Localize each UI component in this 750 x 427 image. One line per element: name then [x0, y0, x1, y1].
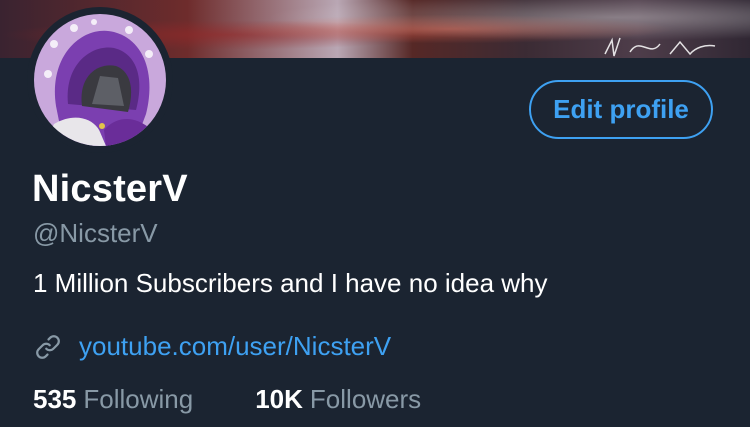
followers-stat[interactable]: 10K Followers: [255, 384, 421, 415]
website-link[interactable]: youtube.com/user/NicsterV: [79, 331, 391, 362]
followers-count: 10K: [255, 384, 303, 414]
display-name: NicsterV: [32, 168, 188, 210]
edit-profile-button[interactable]: Edit profile: [529, 80, 713, 139]
banner-signature: [604, 37, 716, 57]
following-stat[interactable]: 535 Following: [33, 384, 193, 415]
username-handle: @NicsterV: [33, 218, 158, 248]
avatar-image: [34, 14, 166, 146]
link-icon: [36, 334, 60, 359]
website-row: youtube.com/user/NicsterV: [33, 331, 391, 362]
profile-bio: 1 Million Subscribers and I have no idea…: [33, 268, 548, 298]
following-count: 535: [33, 384, 77, 414]
avatar[interactable]: [27, 7, 173, 153]
following-label: Following: [83, 384, 194, 414]
profile-stats: 535 Following 10K Followers: [33, 384, 421, 415]
followers-label: Followers: [309, 384, 422, 414]
